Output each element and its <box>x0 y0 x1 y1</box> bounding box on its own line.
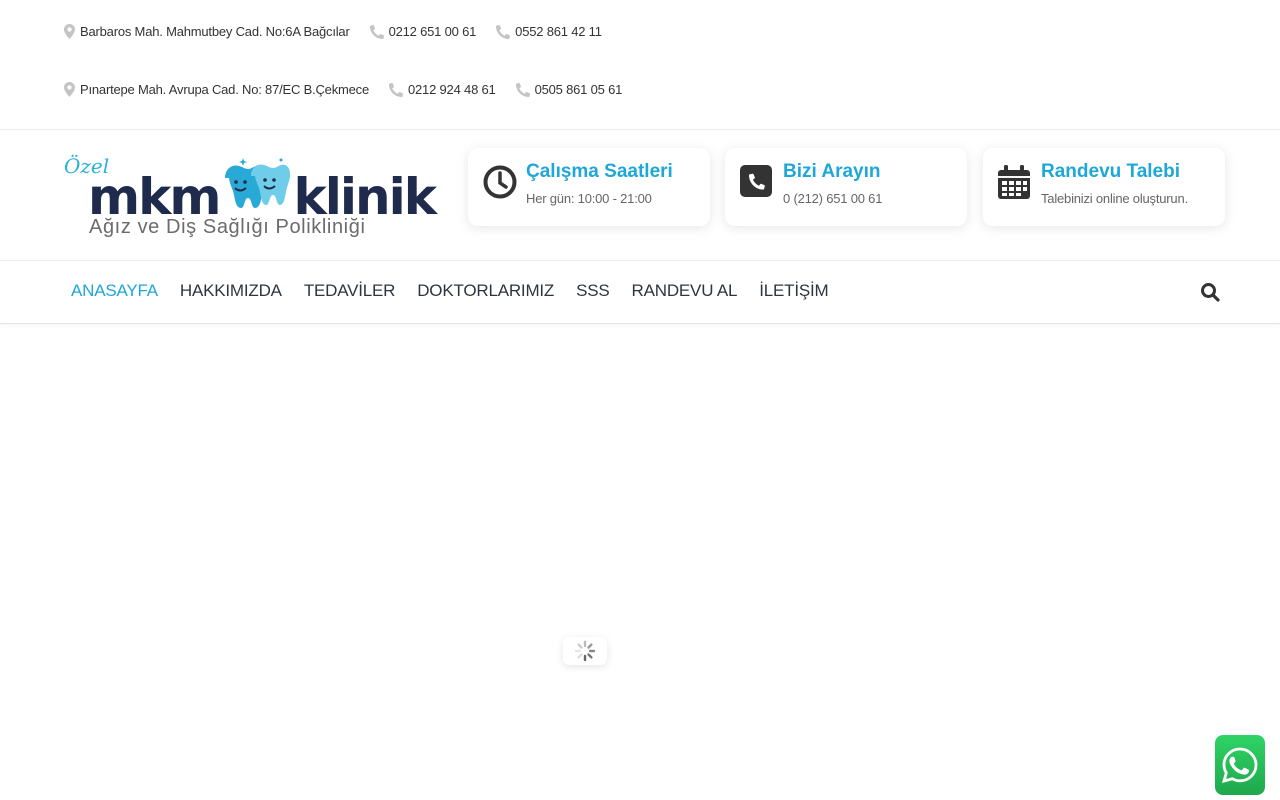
phone-text[interactable]: 0212 651 00 61 <box>389 24 477 39</box>
phone-item[interactable]: 0552 861 42 11 <box>496 24 602 39</box>
info-box-title: Çalışma Saatleri <box>526 161 673 182</box>
info-box-subtitle: Her gün: 10:00 - 21:00 <box>526 191 652 206</box>
logo-wordmark: mkm klinik <box>88 156 437 225</box>
spinner-icon <box>574 640 596 662</box>
nav-item-faq[interactable]: SSS <box>576 281 610 301</box>
info-box-title: Randevu Talebi <box>1041 161 1181 182</box>
nav-item-contact[interactable]: İLETİŞİM <box>759 281 828 301</box>
info-box-subtitle: Talebinizi online oluşturun. <box>1041 191 1188 206</box>
nav-item-treatments[interactable]: TEDAVİLER <box>304 281 396 301</box>
phone-icon <box>515 82 530 97</box>
info-box-working-hours: Çalışma Saatleri Her gün: 10:00 - 21:00 <box>468 148 710 226</box>
nav-item-about[interactable]: HAKKIMIZDA <box>180 281 282 301</box>
loading-indicator <box>563 637 607 665</box>
whatsapp-icon <box>1221 747 1258 783</box>
teeth-mascot-icon <box>221 156 291 225</box>
calendar-icon <box>998 165 1030 204</box>
contact-row-beylikduzu: Pınartepe Mah. Avrupa Cad. No: 87/EC B.Ç… <box>64 82 642 97</box>
info-box-appointment[interactable]: Randevu Talebi Talebinizi online oluştur… <box>983 148 1225 226</box>
whatsapp-chat-button[interactable] <box>1215 735 1265 795</box>
clock-icon <box>483 165 517 204</box>
address-text: Barbaros Mah. Mahmutbey Cad. No:6A Bağcı… <box>80 24 350 39</box>
phone-text[interactable]: 0552 861 42 11 <box>515 24 602 39</box>
phone-icon <box>389 82 403 97</box>
phone-icon <box>496 24 511 39</box>
info-box-title: Bizi Arayın <box>783 161 881 182</box>
nav-menu: ANASAYFA HAKKIMIZDA TEDAVİLER DOKTORLARI… <box>71 281 851 301</box>
phone-text[interactable]: 0505 861 05 61 <box>535 82 623 97</box>
address-item: Pınartepe Mah. Avrupa Cad. No: 87/EC B.Ç… <box>64 82 369 97</box>
phone-item[interactable]: 0212 651 00 61 <box>369 24 477 39</box>
info-box-call-us[interactable]: Bizi Arayın 0 (212) 651 00 61 <box>725 148 967 226</box>
phone-square-icon <box>740 165 772 202</box>
site-header: Özel mkm klinik Ağız ve Diş Sağlığı Poli… <box>0 130 1280 261</box>
map-marker-icon <box>64 82 75 97</box>
map-marker-icon <box>64 24 75 39</box>
logo-subtitle: Ağız ve Diş Sağlığı Polikliniği <box>89 216 366 238</box>
phone-item[interactable]: 0212 924 48 61 <box>389 82 496 97</box>
search-icon[interactable] <box>1200 282 1222 304</box>
address-item: Barbaros Mah. Mahmutbey Cad. No:6A Bağcı… <box>64 24 350 39</box>
phone-icon <box>369 24 384 39</box>
address-text: Pınartepe Mah. Avrupa Cad. No: 87/EC B.Ç… <box>80 82 369 97</box>
nav-item-home[interactable]: ANASAYFA <box>71 281 158 301</box>
info-box-subtitle[interactable]: 0 (212) 651 00 61 <box>783 191 882 206</box>
phone-text[interactable]: 0212 924 48 61 <box>408 82 496 97</box>
site-logo[interactable]: Özel mkm klinik Ağız ve Diş Sağlığı Poli… <box>64 150 437 242</box>
nav-item-appointment[interactable]: RANDEVU AL <box>632 281 738 301</box>
nav-item-doctors[interactable]: DOKTORLARIMIZ <box>417 281 554 301</box>
contact-row-bagcilar: Barbaros Mah. Mahmutbey Cad. No:6A Bağcı… <box>64 24 622 39</box>
main-navigation: ANASAYFA HAKKIMIZDA TEDAVİLER DOKTORLARI… <box>0 261 1280 324</box>
top-contact-bar: Barbaros Mah. Mahmutbey Cad. No:6A Bağcı… <box>0 0 1280 130</box>
phone-item[interactable]: 0505 861 05 61 <box>515 82 623 97</box>
